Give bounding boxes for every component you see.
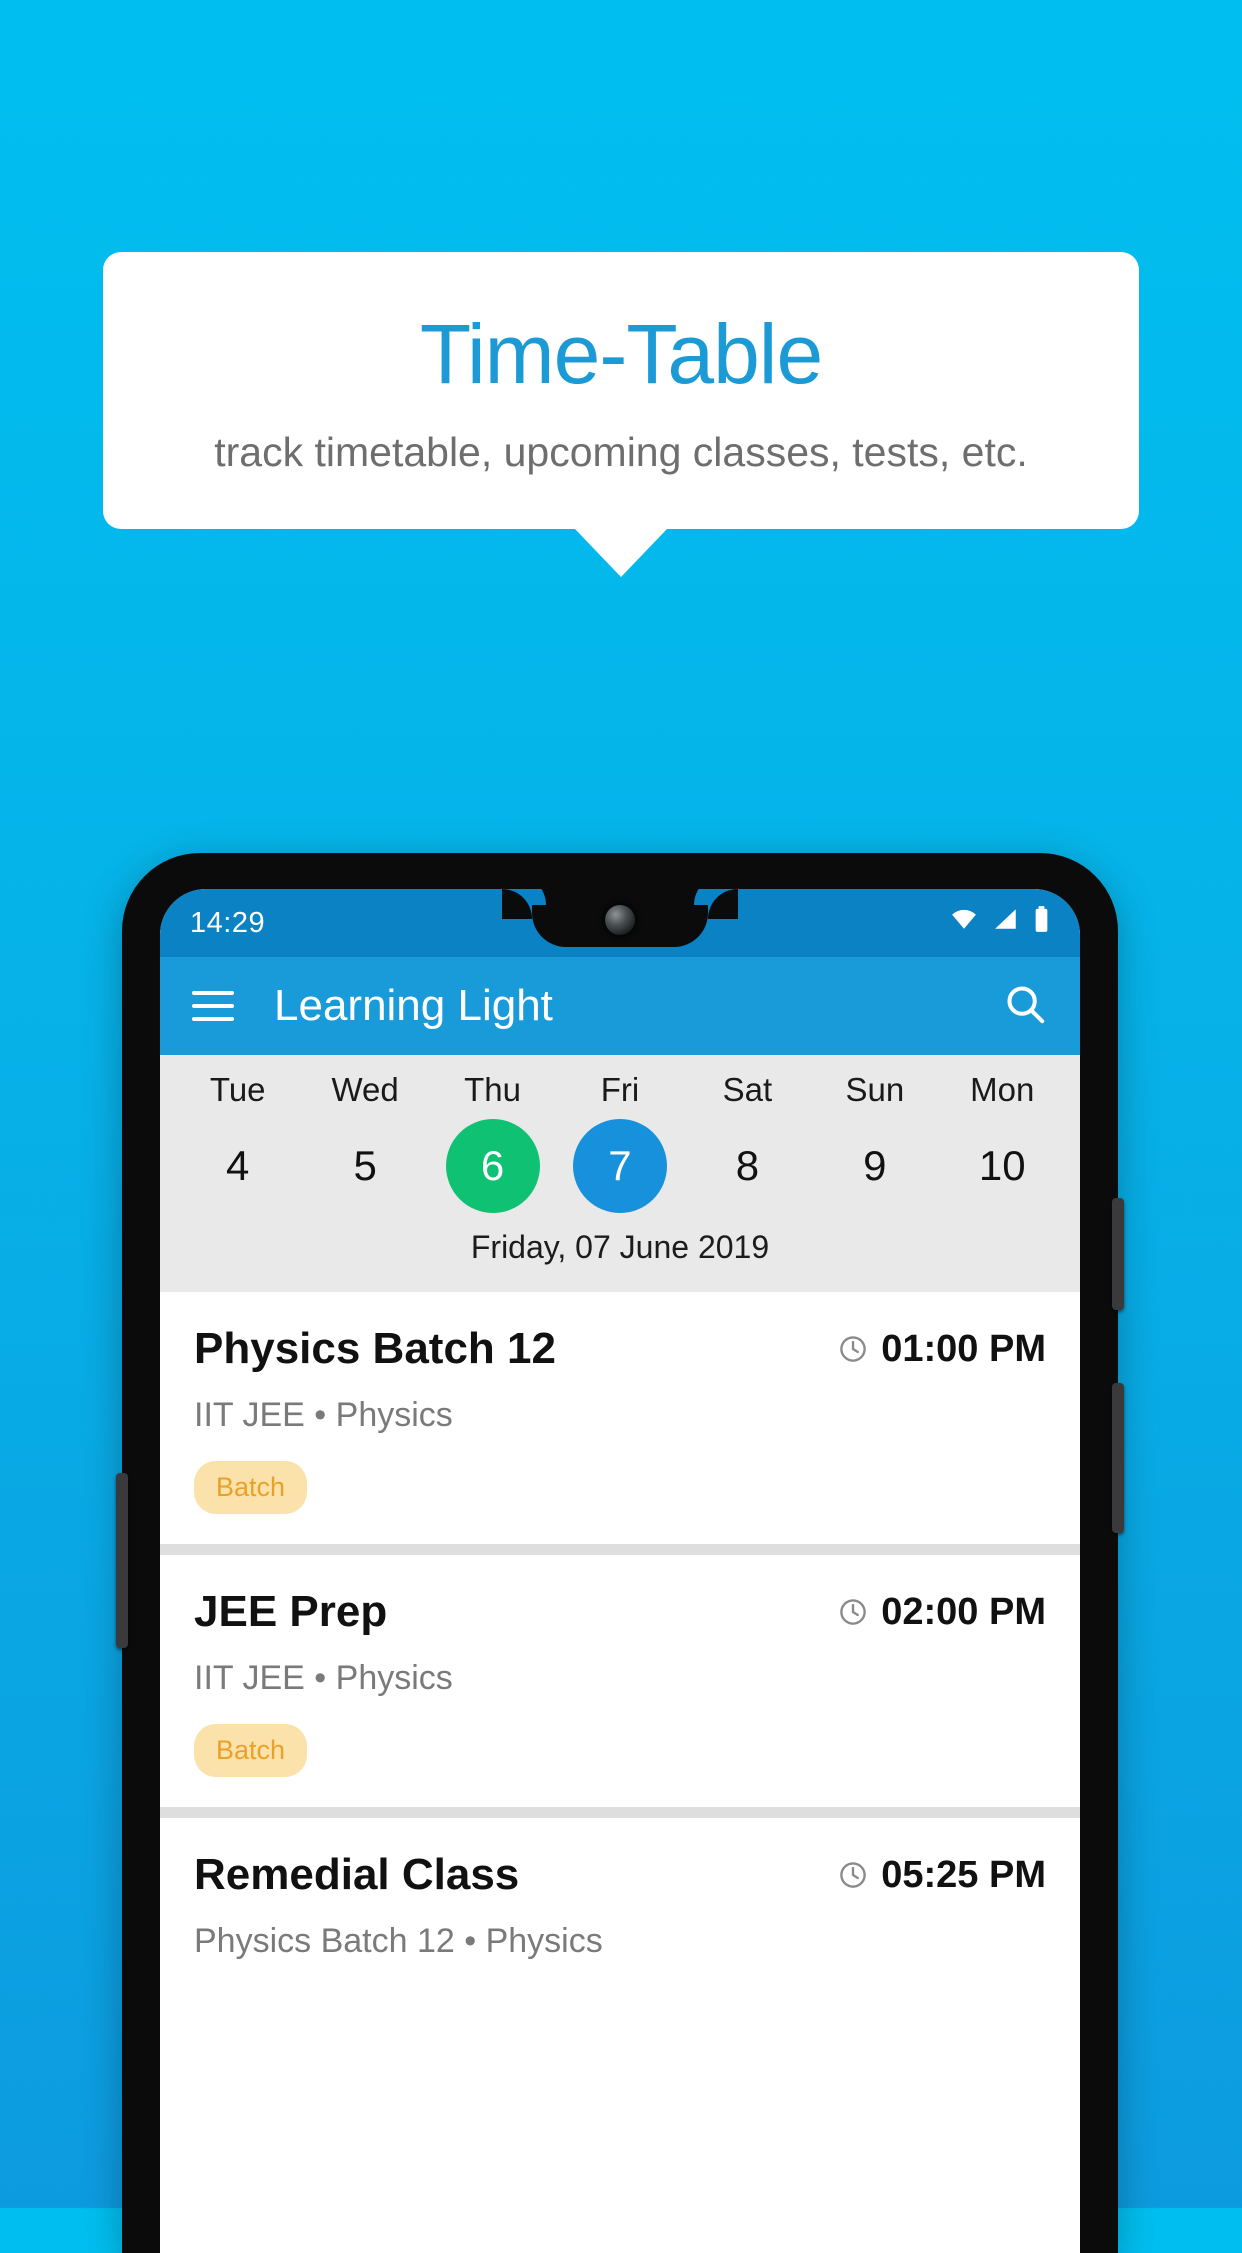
weekday-label-tue: Tue — [209, 1071, 266, 1108]
phone-screen: 14:29 Learning Light Tue Wed Thu Fri Sat… — [160, 889, 1080, 2253]
weekday-label-sun: Sun — [845, 1071, 905, 1108]
front-camera-icon — [605, 905, 635, 935]
status-bar-icons — [949, 905, 1050, 941]
date-cell-10[interactable]: 10 — [939, 1119, 1066, 1213]
date-strip: Tue Wed Thu Fri Sat Sun Mon 4 5 6 7 8 9 10 Friday, 0… — [160, 1055, 1080, 1292]
event-card[interactable]: Physics Batch 12 01:00 PM IIT JEE • Physic… — [160, 1292, 1080, 1544]
clock-icon — [840, 1599, 867, 1625]
event-card[interactable]: Remedial Class 05:25 PM Physics Batch 12 •… — [160, 1818, 1080, 1991]
date-cell-7[interactable]: 7 — [556, 1119, 683, 1213]
event-header: Physics Batch 12 01:00 PM — [194, 1324, 1046, 1374]
event-title: Physics Batch 12 — [194, 1324, 556, 1373]
weekday-label-wed: Wed — [331, 1071, 399, 1108]
event-time: 05:25 PM — [838, 1854, 1046, 1897]
promo-subtitle: track timetable, upcoming classes, tests… — [214, 429, 1028, 476]
weekday-label-fri: Fri — [600, 1071, 640, 1108]
hamburger-menu-icon[interactable] — [192, 991, 234, 1021]
today-indicator: 6 — [445, 1119, 540, 1213]
selected-date-indicator: 7 — [572, 1119, 667, 1213]
event-time: 01:00 PM — [838, 1328, 1046, 1371]
weekday-label-mon: Mon — [970, 1071, 1035, 1108]
signal-icon — [993, 906, 1019, 940]
battery-icon — [1033, 905, 1050, 941]
promo-title: Time-Table — [419, 307, 823, 401]
clock-icon — [840, 1336, 867, 1362]
event-card[interactable]: JEE Prep 02:00 PM IIT JEE • Physics Batch — [160, 1555, 1080, 1807]
promo-card: Time-Table track timetable, upcoming cla… — [103, 252, 1139, 530]
event-list: Physics Batch 12 01:00 PM IIT JEE • Physic… — [160, 1292, 1080, 1991]
date-cell-9[interactable]: 9 — [811, 1119, 938, 1213]
weekday-row: Tue Wed Thu Fri Sat Sun Mon — [160, 1071, 1080, 1109]
app-bar: Learning Light — [160, 957, 1080, 1055]
status-bar-clock: 14:29 — [190, 906, 266, 939]
selected-date-label: Friday, 07 June 2019 — [470, 1229, 770, 1265]
date-cell-8[interactable]: 8 — [684, 1119, 811, 1213]
event-title: Remedial Class — [194, 1850, 520, 1899]
phone-side-button-left[interactable] — [116, 1473, 128, 1648]
promo-callout: Time-Table track timetable, upcoming cla… — [103, 252, 1139, 578]
event-subtitle: IIT JEE • Physics — [194, 1659, 453, 1697]
event-time-text: 05:25 PM — [881, 1853, 1046, 1896]
date-cell-6[interactable]: 6 — [429, 1119, 556, 1213]
status-bar: 14:29 — [160, 889, 1080, 957]
phone-volume-button[interactable] — [1112, 1198, 1124, 1310]
date-cell-4[interactable]: 4 — [174, 1119, 301, 1213]
event-time-text: 01:00 PM — [881, 1327, 1046, 1370]
event-subtitle: Physics Batch 12 • Physics — [194, 1922, 603, 1960]
weekday-label-sat: Sat — [722, 1071, 773, 1108]
app-bar-title: Learning Light — [274, 981, 553, 1030]
date-number-row: 4 5 6 7 8 9 10 — [160, 1109, 1080, 1213]
phone-power-button[interactable] — [1112, 1383, 1124, 1533]
event-time: 02:00 PM — [838, 1591, 1046, 1634]
event-type-badge: Batch — [194, 1724, 308, 1777]
event-subtitle: IIT JEE • Physics — [194, 1396, 453, 1434]
phone-mockup: 14:29 Learning Light Tue Wed Thu Fri Sat… — [116, 853, 1124, 2253]
event-type-badge: Batch — [194, 1461, 308, 1514]
wifi-icon — [949, 906, 979, 940]
promo-callout-tail — [575, 529, 667, 578]
weekday-label-thu: Thu — [464, 1071, 521, 1108]
event-title: JEE Prep — [194, 1587, 388, 1636]
event-time-text: 02:00 PM — [881, 1590, 1046, 1633]
clock-icon — [840, 1862, 867, 1888]
event-header: Remedial Class 05:25 PM — [194, 1850, 1046, 1900]
search-icon[interactable] — [1002, 981, 1048, 1032]
event-header: JEE Prep 02:00 PM — [194, 1587, 1046, 1637]
date-cell-5[interactable]: 5 — [301, 1119, 428, 1213]
